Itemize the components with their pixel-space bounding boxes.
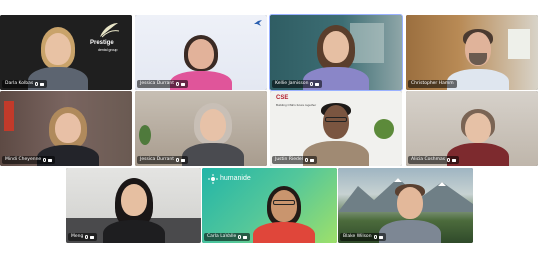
participant-name-tag: Kellie Jamisson (272, 80, 323, 88)
participant-video (178, 91, 248, 166)
participant-video (166, 15, 236, 90)
participant-name-tag: Darla Kolbas (2, 80, 48, 88)
participant-video (249, 168, 319, 243)
microphone-icon (35, 82, 39, 86)
participant-name-tag: Jessica Durrant (137, 80, 189, 88)
participant-name-tag: Meng (68, 233, 98, 241)
microphone-icon (85, 235, 89, 239)
camera-icon (378, 235, 383, 239)
brand-logo-text: CSE (276, 95, 289, 101)
video-tile-5[interactable]: Mindi Cheyenne (0, 91, 132, 166)
camera-icon (315, 82, 320, 86)
video-tile-1[interactable]: Prestige dental group Darla Kolbas (0, 15, 132, 90)
camera-icon (309, 158, 314, 162)
camera-icon (48, 158, 53, 162)
participant-name-tag: Blake Wilson (340, 233, 386, 241)
camera-icon (243, 235, 248, 239)
participant-video (443, 91, 513, 166)
microphone-icon (373, 235, 377, 239)
brand-logo-text: humanide (220, 175, 251, 182)
participant-video (33, 91, 103, 166)
video-tile-2[interactable]: Jessica Durrant (135, 15, 267, 90)
microphone-icon (176, 158, 180, 162)
participant-video (375, 168, 445, 243)
participant-name-tag: Jessica Durrant (137, 156, 189, 164)
camera-icon (181, 158, 186, 162)
video-tile-4[interactable]: Christopher Hamm (406, 15, 538, 90)
brand-logo-text: Prestige (90, 40, 114, 46)
brand-logo-subtext: dental group (98, 48, 118, 52)
participant-name-tag: Carla LaValle (204, 233, 251, 241)
camera-icon (40, 82, 45, 86)
participant-video (23, 15, 93, 90)
video-tile-10[interactable]: humanide Carla LaValle (202, 168, 337, 243)
video-tile-9[interactable]: Meng (66, 168, 201, 243)
palm-leaf-icon (100, 23, 120, 38)
microphone-icon (304, 158, 308, 162)
participant-video (301, 91, 371, 166)
participant-name-tag: Justin Riedel (272, 156, 317, 164)
camera-icon (181, 82, 186, 86)
participant-name-tag: Alicia Coshmas (408, 156, 460, 164)
video-tile-7[interactable]: CSE Building CSE's future together Justi… (270, 91, 402, 166)
video-tile-6[interactable]: Jessica Durrant (135, 91, 267, 166)
humanide-logo-icon (208, 174, 218, 184)
glasses-icon (273, 200, 295, 205)
camera-icon (90, 235, 95, 239)
video-tile-11[interactable]: Blake Wilson (338, 168, 473, 243)
participant-name-tag: Christopher Hamm (408, 80, 457, 88)
microphone-icon (43, 158, 47, 162)
camera-icon (452, 158, 457, 162)
microphone-icon (310, 82, 314, 86)
plant-background (374, 119, 394, 139)
participant-name-tag: Mindi Cheyenne (2, 156, 56, 164)
glasses-icon (325, 117, 347, 122)
microphone-icon (447, 158, 451, 162)
participant-video (443, 15, 513, 90)
participant-video (99, 168, 169, 243)
video-tile-8[interactable]: Alicia Coshmas (406, 91, 538, 166)
video-tile-3[interactable]: Kellie Jamisson (269, 14, 403, 91)
plant-background (139, 125, 151, 145)
shelf-background (4, 101, 14, 131)
microphone-icon (238, 235, 242, 239)
bird-icon (254, 20, 262, 26)
participant-video (301, 15, 371, 90)
microphone-icon (176, 82, 180, 86)
